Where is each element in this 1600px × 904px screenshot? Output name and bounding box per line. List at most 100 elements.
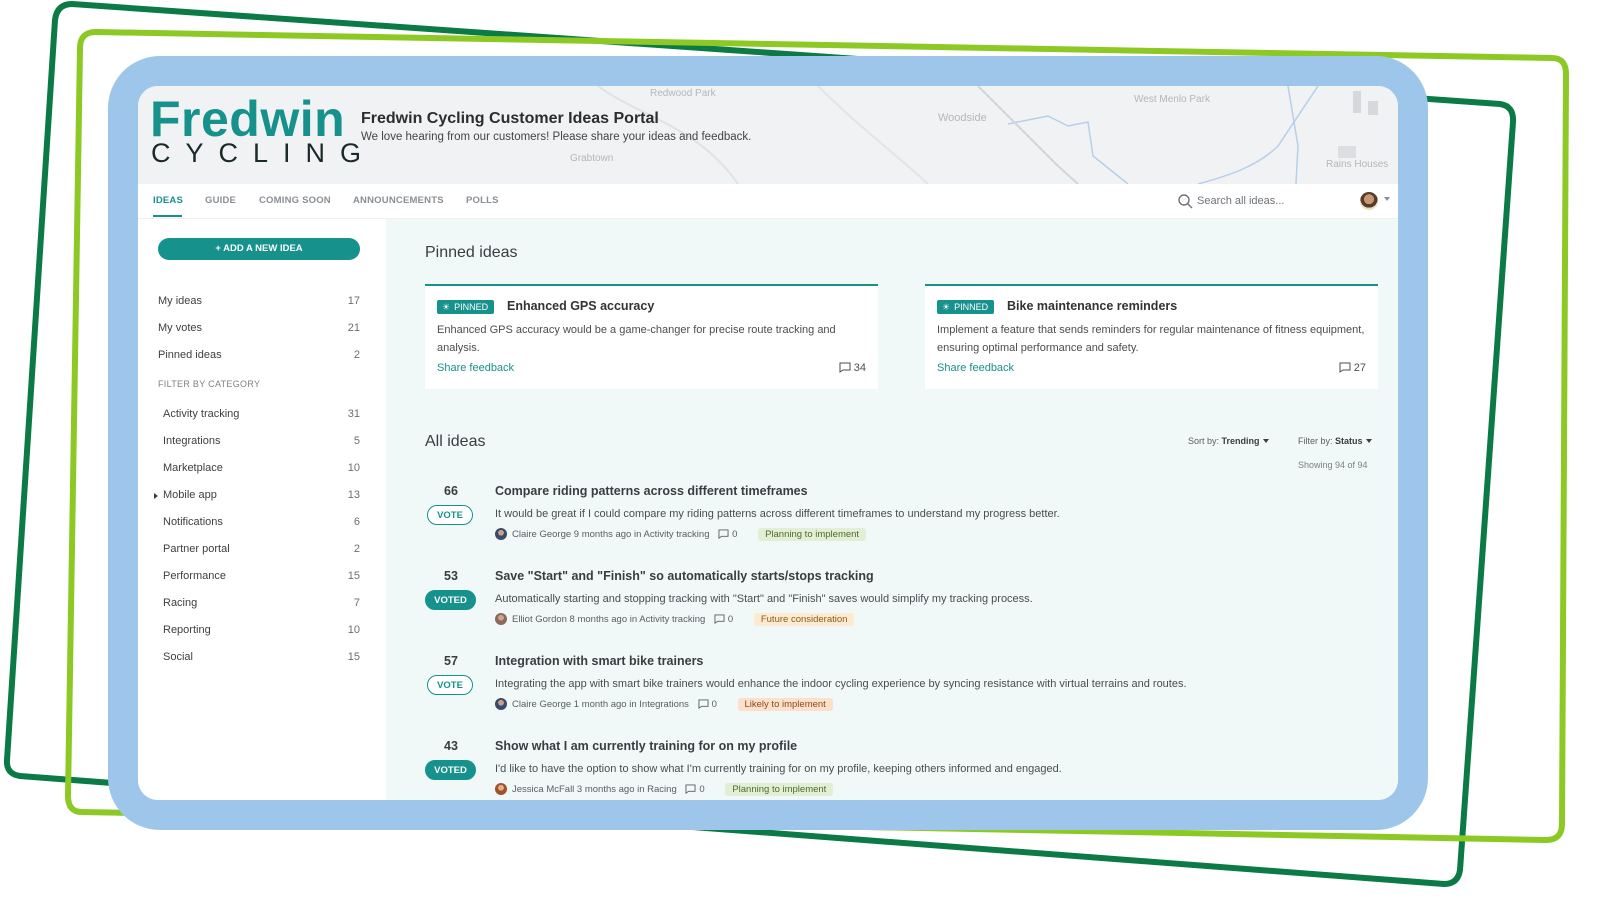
pinned-card-title[interactable]: Bike maintenance reminders [1007,299,1177,313]
voted-button[interactable]: VOTED [425,590,476,610]
category-count: 5 [353,435,360,447]
comment-count-value: 27 [1353,362,1366,374]
search-box[interactable]: Search all ideas... [1178,192,1348,212]
category-label: Social [163,651,193,663]
tab-ideas[interactable]: IDEAS [153,195,183,206]
pinned-card-title[interactable]: Enhanced GPS accuracy [507,299,654,313]
comment-count[interactable]: 0 [718,529,737,540]
vote-button[interactable]: VOTE [427,675,473,695]
idea-description: I'd like to have the option to show what… [495,763,1062,775]
tab-polls[interactable]: POLLS [466,195,499,206]
sidebar-item-label: Pinned ideas [158,349,222,361]
comment-icon [839,362,851,373]
idea-description: Automatically starting and stopping trac… [495,593,1033,605]
pinned-card-description: Enhanced GPS accuracy would be a game-ch… [437,324,836,354]
sort-dropdown[interactable]: Sort by: Trending [1188,436,1269,446]
category-notifications[interactable]: Notifications 6 [163,516,360,532]
idea-description: Integrating the app with smart bike trai… [495,678,1187,690]
portal-nav: IDEAS GUIDE COMING SOON ANNOUNCEMENTS PO… [138,184,1398,219]
category-partner-portal[interactable]: Partner portal 2 [163,543,360,559]
comment-count[interactable]: 27 [1339,362,1366,374]
category-activity-tracking[interactable]: Activity tracking 31 [163,408,360,424]
category-racing[interactable]: Racing 7 [163,597,360,613]
category-label: Marketplace [163,462,223,474]
author-avatar [495,783,507,795]
filter-value: Status [1335,436,1363,446]
category-performance[interactable]: Performance 15 [163,570,360,586]
category-mobile-app[interactable]: Mobile app 13 [154,489,360,505]
add-new-idea-button[interactable]: + ADD A NEW IDEA [158,238,360,260]
idea-meta: Jessica McFall 3 months ago in Racing 0 … [495,783,834,797]
vote-count: 43 [444,739,458,753]
category-marketplace[interactable]: Marketplace 10 [163,462,360,478]
author-avatar [495,613,507,625]
category-label: Mobile app [163,489,217,501]
sidebar-item-my-ideas[interactable]: My ideas 17 [158,295,360,311]
search-icon [1178,194,1193,209]
comment-count[interactable]: 0 [698,699,717,710]
share-feedback-link[interactable]: Share feedback [937,362,1014,374]
comment-count-value: 34 [853,362,866,374]
comment-icon [1339,362,1351,373]
sidebar-item-label: My votes [158,322,203,334]
sidebar-item-my-votes[interactable]: My votes 21 [158,322,360,338]
vote-count: 53 [444,569,458,583]
category-heading: FILTER BY CATEGORY [158,379,261,389]
idea-title[interactable]: Save "Start" and "Finish" so automatical… [495,569,874,583]
chevron-down-icon [1262,439,1269,443]
map-label: Rains Houses [1326,159,1389,170]
user-avatar[interactable] [1360,192,1378,210]
vote-button[interactable]: VOTE [427,505,473,525]
category-count: 6 [353,516,360,528]
filter-dropdown[interactable]: Filter by: Status [1298,436,1372,446]
category-count: 10 [347,462,360,474]
header-banner: Redwood Park Woodside Grabtown West Menl… [138,86,1398,184]
category-count: 31 [347,408,360,420]
idea-title[interactable]: Show what I am currently training for on… [495,739,797,753]
search-input[interactable]: Search all ideas... [1197,195,1284,207]
portal-subtitle: We love hearing from our customers! Plea… [361,131,752,143]
category-integrations[interactable]: Integrations 5 [163,435,360,451]
tab-announcements[interactable]: ANNOUNCEMENTS [353,195,444,206]
comment-count-value: 0 [732,529,738,540]
status-badge: Planning to implement [758,528,867,541]
map-label: West Menlo Park [1134,94,1210,105]
category-count: 10 [347,624,360,636]
idea-title[interactable]: Compare riding patterns across different… [495,484,808,498]
idea-meta: Claire George 9 months ago in Activity t… [495,528,867,542]
category-reporting[interactable]: Reporting 10 [163,624,360,640]
sidebar-item-label: My ideas [158,295,203,307]
idea-author-info: Claire George 1 month ago in Integration… [512,699,689,710]
status-badge: Planning to implement [725,783,834,796]
pinned-badge-label: PINNED [954,302,989,312]
all-ideas-heading: All ideas [425,433,486,450]
author-avatar [495,698,507,710]
comment-count[interactable]: 0 [685,784,705,795]
tab-coming-soon[interactable]: COMING SOON [259,195,331,206]
idea-row: 66 VOTE Compare riding patterns across d… [386,484,1398,564]
category-count: 15 [347,651,360,663]
voted-button[interactable]: VOTED [425,760,476,780]
sidebar-item-pinned-ideas[interactable]: Pinned ideas 2 [158,349,360,365]
comment-count[interactable]: 34 [839,362,866,374]
filter-label: Filter by: [1298,436,1333,446]
category-label: Performance [163,570,226,582]
idea-title[interactable]: Integration with smart bike trainers [495,654,703,668]
category-label: Activity tracking [163,408,240,420]
share-feedback-link[interactable]: Share feedback [437,362,514,374]
comment-count[interactable]: 0 [714,614,733,625]
category-label: Racing [163,597,198,609]
idea-meta: Claire George 1 month ago in Integration… [495,698,833,712]
active-tab-indicator [153,215,182,217]
status-badge: Future consideration [753,613,855,626]
comment-icon [685,784,696,794]
idea-row: 53 VOTED Save "Start" and "Finish" so au… [386,569,1398,649]
comment-icon [714,614,725,624]
chevron-down-icon[interactable] [1384,197,1390,201]
caret-right-icon[interactable] [154,493,158,499]
pinned-card-description: Implement a feature that sends reminders… [937,324,1365,354]
idea-author-info: Elliot Gordon 8 months ago in Activity t… [512,614,706,625]
sidebar-item-count: 17 [347,295,360,307]
category-social[interactable]: Social 15 [163,651,360,667]
tab-guide[interactable]: GUIDE [205,195,236,206]
